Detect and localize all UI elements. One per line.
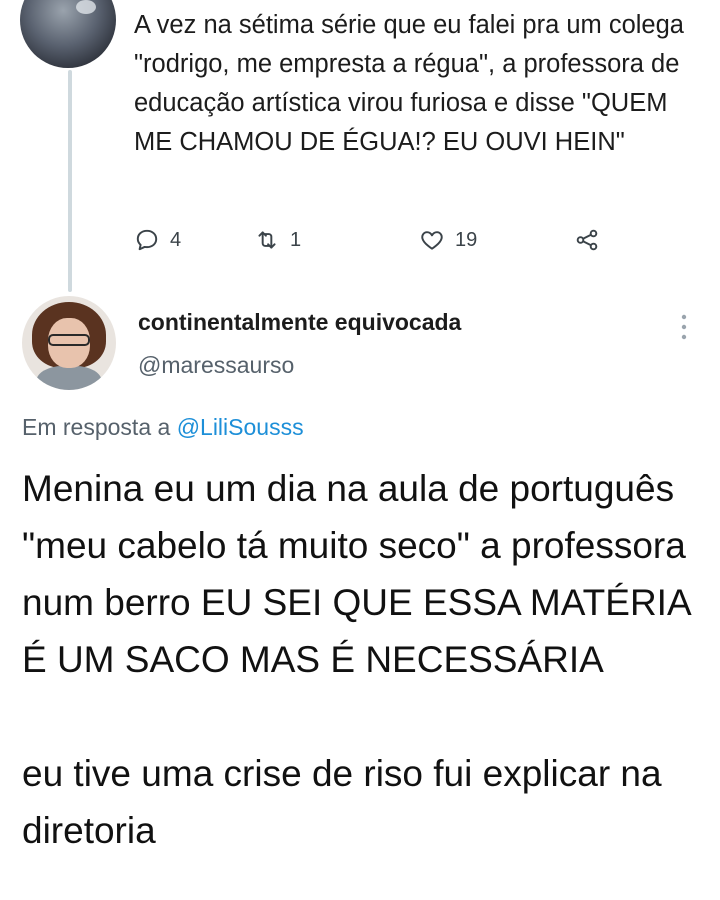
user-handle[interactable]: @maressaurso [138, 352, 294, 379]
thread-line [68, 70, 72, 292]
share-icon [576, 229, 598, 251]
more-vertical-icon[interactable] [676, 312, 692, 342]
retweet-count: 1 [290, 228, 302, 251]
retweet-action[interactable]: 1 [254, 224, 301, 256]
like-count: 19 [455, 228, 478, 251]
reply-count: 4 [170, 228, 182, 251]
tweet-actions: 4 1 19 [134, 224, 614, 256]
reply-tweet-text: Menina eu um dia na aula de português "m… [22, 468, 690, 851]
heart-icon [421, 231, 443, 250]
reply-avatar[interactable] [22, 296, 116, 390]
parent-tweet-text: A vez na sétima série que eu falei pra u… [134, 11, 684, 156]
reply-mention-link[interactable]: @LiliSousss [177, 414, 304, 440]
reply-action[interactable]: 4 [134, 224, 181, 256]
parent-avatar[interactable] [20, 0, 116, 68]
reply-prefix: Em resposta a [22, 414, 177, 440]
like-action[interactable]: 19 [419, 224, 477, 256]
comment-icon [136, 229, 158, 251]
display-name[interactable]: continentalmente equivocada [138, 309, 461, 336]
retweet-icon [258, 231, 276, 249]
reply-context: Em resposta a @LiliSousss [22, 414, 304, 441]
share-action[interactable] [574, 224, 600, 256]
